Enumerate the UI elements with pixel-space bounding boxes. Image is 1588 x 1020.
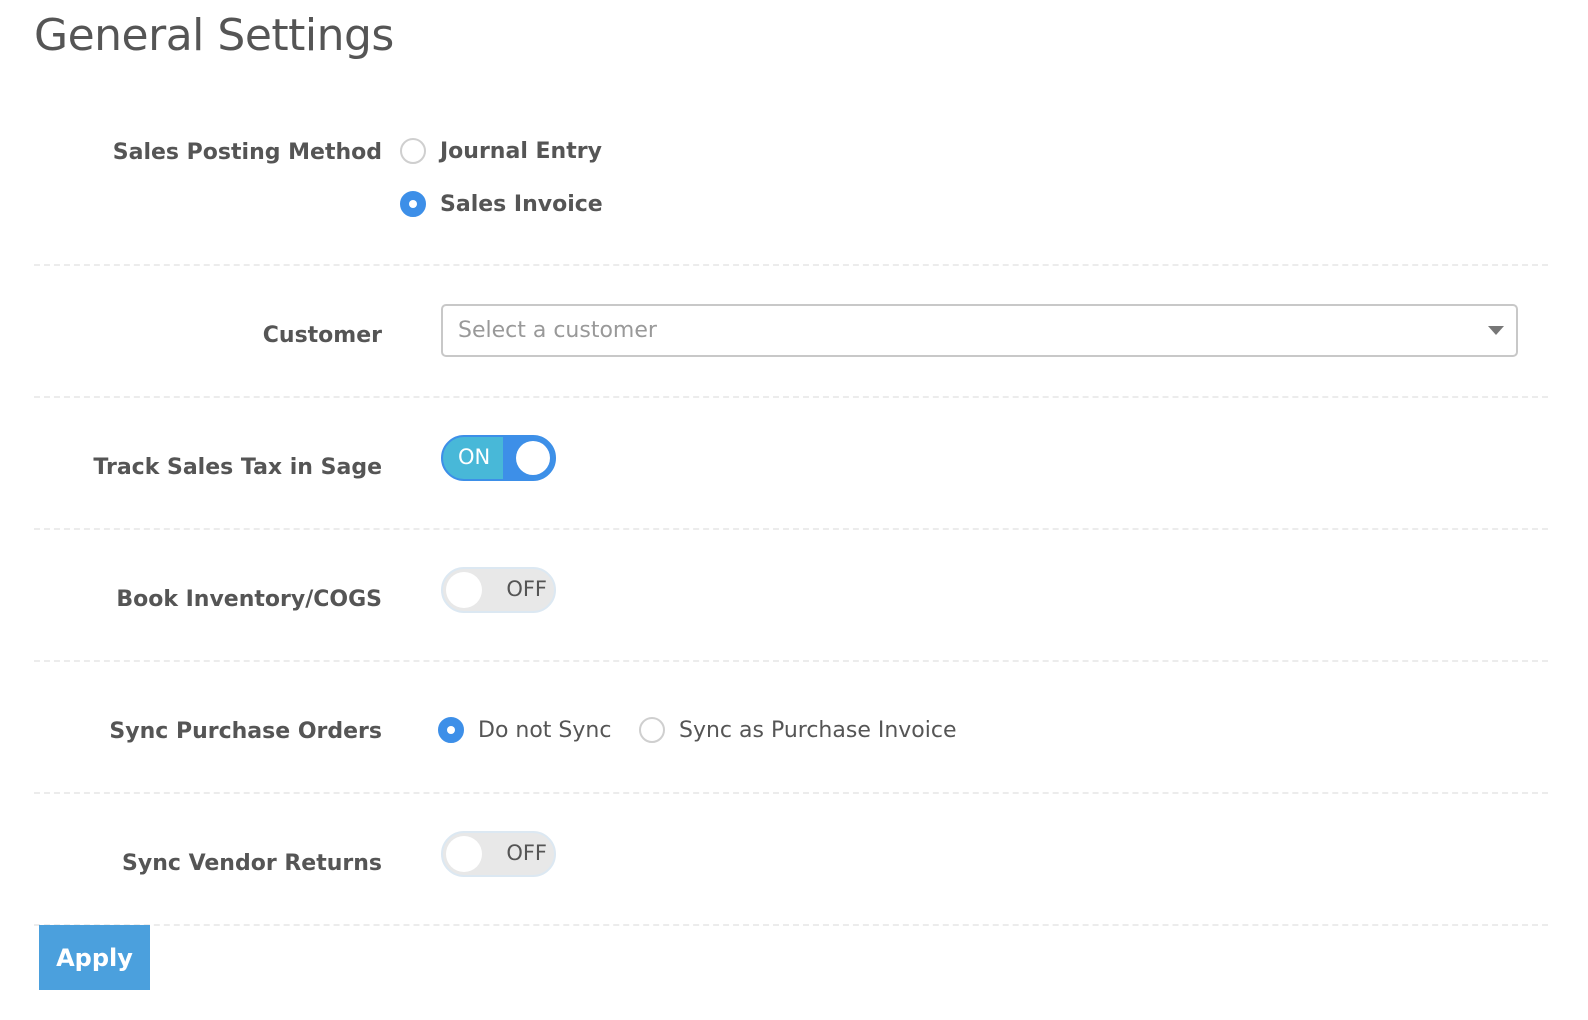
customer-select[interactable]: Select a customer [441, 304, 1518, 357]
toggle-state-text: OFF [506, 841, 547, 865]
apply-button[interactable]: Apply [39, 925, 150, 990]
customer-label: Customer [262, 323, 382, 348]
radio-checked-icon[interactable] [400, 191, 426, 217]
setting-row-book-inventory: Book Inventory/COGS OFF [34, 530, 1548, 662]
radio-sync-as-purchase-invoice[interactable]: Sync as Purchase Invoice [639, 717, 957, 743]
sales-posting-method-label: Sales Posting Method [112, 140, 382, 165]
radio-checked-icon[interactable] [438, 717, 464, 743]
radio-unchecked-icon[interactable] [639, 717, 665, 743]
setting-row-sync-purchase-orders: Sync Purchase Orders Do not Sync Sync as… [34, 662, 1548, 794]
setting-row-customer: Customer Select a customer [34, 266, 1548, 398]
radio-journal-entry[interactable]: Journal Entry [400, 138, 602, 164]
setting-row-sales-posting-method: Sales Posting Method Journal Entry Sales… [34, 120, 1548, 266]
toggle-state-text: ON [458, 445, 491, 469]
toggle-knob[interactable] [516, 441, 550, 475]
radio-label: Do not Sync [478, 717, 612, 743]
track-sales-tax-toggle[interactable]: ON [441, 435, 556, 481]
radio-unchecked-icon[interactable] [400, 138, 426, 164]
customer-select-placeholder: Select a customer [458, 318, 657, 343]
toggle-knob[interactable] [446, 572, 482, 608]
book-inventory-toggle[interactable]: OFF [441, 567, 556, 613]
sync-vendor-returns-toggle[interactable]: OFF [441, 831, 556, 877]
chevron-down-icon[interactable] [1488, 326, 1504, 335]
sync-purchase-orders-label: Sync Purchase Orders [109, 719, 382, 744]
toggle-state-text: OFF [506, 577, 547, 601]
setting-row-sync-vendor-returns: Sync Vendor Returns OFF [34, 794, 1548, 926]
radio-label: Sync as Purchase Invoice [679, 717, 957, 743]
radio-label: Sales Invoice [440, 191, 603, 217]
radio-sales-invoice[interactable]: Sales Invoice [400, 191, 603, 217]
sync-vendor-returns-label: Sync Vendor Returns [122, 851, 382, 876]
book-inventory-label: Book Inventory/COGS [116, 587, 382, 612]
setting-row-track-sales-tax: Track Sales Tax in Sage ON [34, 398, 1548, 530]
page-title: General Settings [34, 10, 394, 61]
toggle-knob[interactable] [446, 836, 482, 872]
radio-do-not-sync[interactable]: Do not Sync [438, 717, 611, 743]
track-sales-tax-label: Track Sales Tax in Sage [93, 455, 382, 480]
radio-label: Journal Entry [440, 138, 602, 164]
